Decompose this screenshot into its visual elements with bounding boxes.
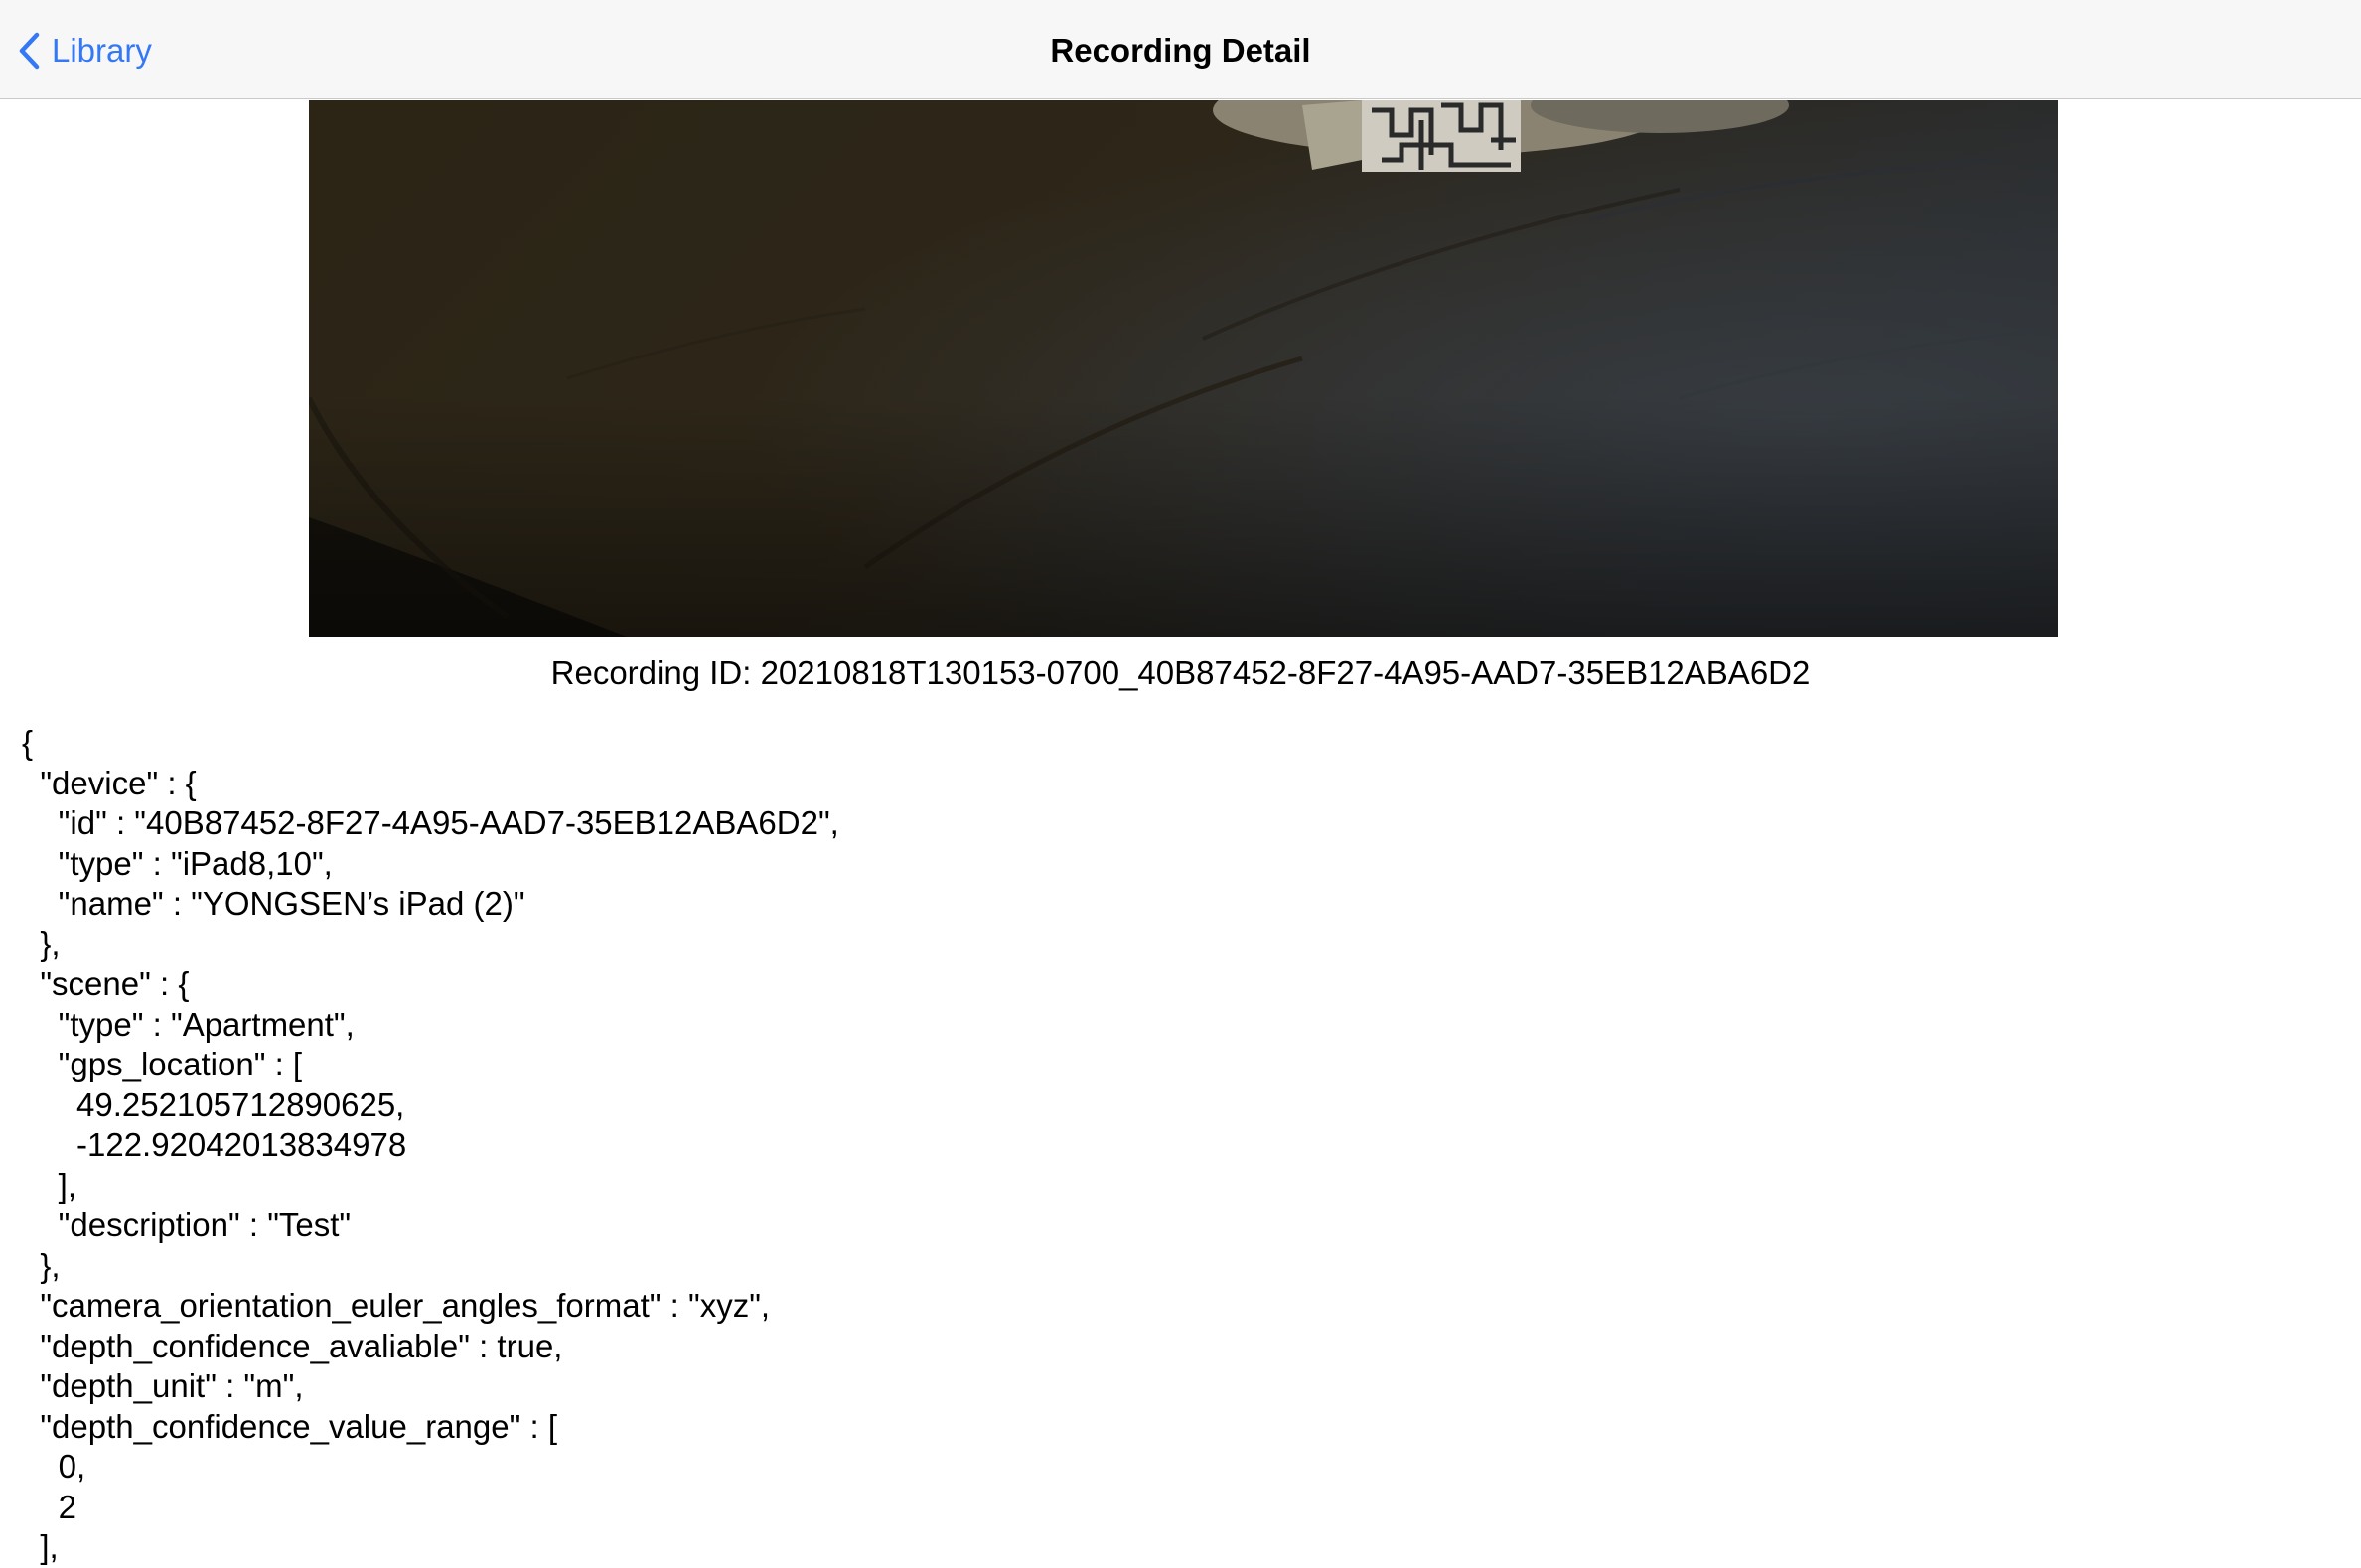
json-line: "depth_unit" : "m", bbox=[22, 1367, 304, 1404]
recording-id-label: Recording ID: 20210818T130153-0700_40B87… bbox=[550, 654, 1811, 691]
json-line: -122.92042013834978 bbox=[22, 1126, 407, 1163]
json-line: "depth_confidence_avaliable" : true, bbox=[22, 1327, 563, 1364]
recording-preview-image[interactable] bbox=[309, 100, 2058, 637]
json-line: "device" : { bbox=[22, 764, 197, 801]
json-line: "id" : "40B87452-8F27-4A95-AAD7-35EB12AB… bbox=[22, 804, 839, 841]
json-line: ], bbox=[22, 1528, 59, 1565]
json-line: "depth_confidence_value_range" : [ bbox=[22, 1407, 557, 1445]
json-line: }, bbox=[22, 925, 61, 962]
json-line: 0, bbox=[22, 1448, 86, 1485]
json-line: "type" : "iPad8,10", bbox=[22, 844, 333, 882]
json-line: "type" : "Apartment", bbox=[22, 1005, 355, 1043]
json-line: { bbox=[22, 724, 34, 761]
json-line: "description" : "Test" bbox=[22, 1207, 352, 1243]
recording-metadata-json: { "device" : { "id" : "40B87452-8F27-4A9… bbox=[22, 723, 2306, 1568]
json-line: "gps_location" : [ bbox=[22, 1046, 303, 1082]
navigation-bar: Library Recording Detail bbox=[0, 0, 2361, 99]
json-line: "camera_orientation_euler_angles_format"… bbox=[22, 1287, 771, 1324]
json-line: ], bbox=[22, 1166, 77, 1204]
page-title: Recording Detail bbox=[1050, 32, 1311, 69]
json-line: }, bbox=[22, 1246, 61, 1284]
json-line: 49.252105712890625, bbox=[22, 1085, 405, 1123]
json-line: "name" : "YONGSEN’s iPad (2)" bbox=[22, 885, 525, 922]
json-line: "scene" : { bbox=[22, 965, 190, 1002]
json-line: 2 bbox=[22, 1488, 77, 1525]
